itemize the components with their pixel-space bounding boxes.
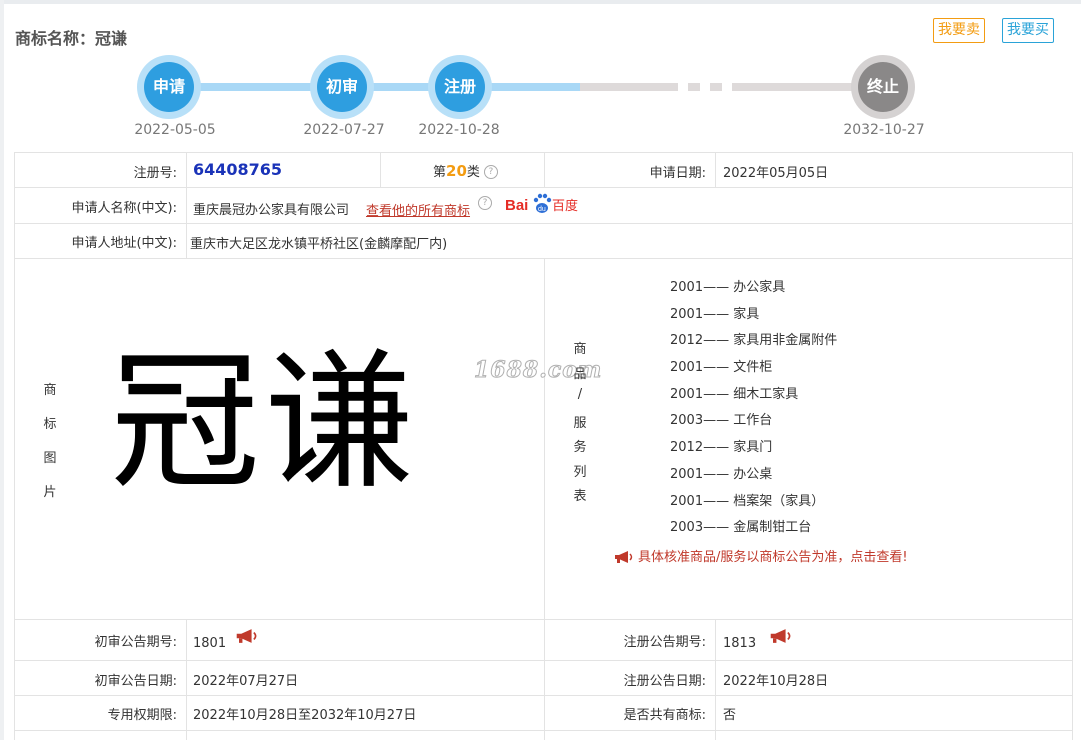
col-divider (544, 152, 545, 187)
timeline-node-register: 注册 (428, 55, 492, 119)
label-char: / (577, 387, 583, 402)
timeline-node-label: 申请 (144, 62, 194, 112)
col-divider (186, 152, 187, 258)
class-prefix: 第 (433, 165, 447, 180)
svg-text:Bai: Bai (505, 197, 528, 214)
address-label: 申请人地址(中文): (71, 236, 177, 251)
prelim-no-value: 1801 (193, 636, 227, 651)
timeline-gap (678, 80, 688, 94)
list-item: 2001—— 家具 (670, 306, 760, 322)
row-divider (14, 695, 1072, 696)
timeline-node-label: 终止 (858, 62, 908, 112)
label-char: 品 (573, 366, 587, 382)
shared-mark-value: 否 (723, 708, 737, 723)
svg-text:百度: 百度 (552, 198, 578, 214)
class-label: 第20类? (433, 161, 498, 180)
list-item: 2012—— 家具用非金属附件 (670, 333, 838, 349)
reg-pub-no-label: 注册公告期号: (623, 635, 706, 650)
label-char: 标 (43, 417, 57, 432)
megaphone-icon (615, 551, 633, 563)
help-icon[interactable]: ? (483, 165, 498, 179)
help-icon[interactable]: ? (478, 196, 492, 211)
label-char: 列 (573, 464, 587, 480)
page-title: 商标名称：冠谦 (15, 29, 128, 48)
timeline-date: 2022-07-27 (303, 122, 385, 138)
timeline-node-prelim: 初审 (310, 55, 374, 119)
col-divider (715, 619, 716, 740)
list-item: 2001—— 办公家具 (670, 280, 786, 295)
timeline-gap (722, 80, 732, 94)
goods-label: 商 品 / 服 务 列 表 (573, 338, 587, 510)
label-char: 表 (573, 489, 587, 504)
col-divider (715, 152, 716, 187)
apply-date-value: 2022年05月05日 (723, 166, 829, 181)
label-char: 商 (43, 383, 57, 398)
list-item: 2003—— 工作台 (670, 413, 773, 429)
mark-image-label: 商 标 图 片 (43, 379, 57, 515)
timeline-progress (168, 83, 580, 91)
left-border (0, 0, 4, 740)
applicant-value: 重庆晨冠办公家具有限公司 (193, 203, 350, 218)
list-item: 2001—— 文件柜 (670, 360, 773, 376)
megaphone-icon[interactable] (769, 628, 793, 644)
col-divider (186, 619, 187, 740)
timeline-date: 2032-10-27 (843, 122, 925, 138)
class-suffix: 类 (466, 165, 480, 180)
reg-pub-no-value: 1813 (723, 636, 757, 651)
reg-no-value: 64408765 (193, 160, 283, 179)
top-border (0, 0, 1081, 4)
timeline-date: 2022-10-28 (418, 122, 500, 138)
label-char: 片 (43, 485, 57, 500)
label-char: 服 (573, 415, 587, 431)
shared-mark-label: 是否共有商标: (623, 708, 706, 723)
megaphone-icon[interactable] (235, 628, 259, 644)
row-divider (14, 152, 1072, 153)
row-divider (14, 258, 1072, 259)
address-value: 重庆市大足区龙水镇平桥社区(金麟摩配厂内) (190, 237, 448, 252)
label-char: 商 (573, 342, 587, 357)
timeline-node-apply: 申请 (137, 55, 201, 119)
prelim-date-label: 初审公告日期: (94, 674, 177, 689)
timeline-node-expire: 终止 (851, 55, 915, 119)
goods-notice-text: 具体核准商品/服务以商标公告为准，点击查看! (638, 550, 908, 565)
list-item: 2003—— 金属制钳工台 (670, 520, 812, 536)
class-number: 20 (446, 162, 467, 180)
list-item: 2001—— 办公桌 (670, 466, 773, 482)
row-divider (14, 660, 1072, 661)
goods-list: 2001—— 办公家具 2001—— 家具 2012—— 家具用非金属附件 20… (670, 276, 837, 543)
applicant-label: 申请人名称(中文): (71, 201, 177, 216)
label-char: 图 (43, 451, 57, 466)
buy-button[interactable]: 我要买 (1002, 18, 1054, 43)
col-divider (544, 258, 545, 740)
sell-button[interactable]: 我要卖 (933, 18, 985, 43)
timeline-date: 2022-05-05 (134, 122, 216, 138)
row-divider (14, 619, 1072, 620)
list-item: 2012—— 家具门 (670, 440, 773, 456)
svg-text:du: du (538, 206, 546, 213)
col-divider (380, 152, 381, 187)
exclusive-period-value: 2022年10月28日至2032年10月27日 (193, 708, 417, 723)
baidu-logo[interactable]: Bai du 百度 (505, 188, 581, 218)
timeline-node-label: 注册 (435, 62, 485, 112)
list-item: 2001—— 细木工家具 (670, 386, 799, 402)
timeline-node-label: 初审 (317, 62, 367, 112)
row-divider (14, 730, 1072, 731)
all-marks-link[interactable]: 查看他的所有商标 (366, 200, 470, 219)
reg-no-label: 注册号: (133, 166, 177, 181)
list-item: 2001—— 档案架（家具） (670, 493, 825, 509)
timeline-gap (700, 80, 710, 94)
row-divider (14, 223, 1072, 224)
prelim-date-value: 2022年07月27日 (193, 674, 299, 689)
trademark-image: 冠谦 (110, 336, 419, 510)
reg-pub-date-label: 注册公告日期: (623, 674, 706, 689)
goods-notice-link[interactable]: 具体核准商品/服务以商标公告为准，点击查看! (614, 546, 908, 565)
label-char: 务 (573, 440, 587, 455)
prelim-no-label: 初审公告期号: (94, 635, 177, 650)
reg-pub-date-value: 2022年10月28日 (723, 674, 829, 689)
exclusive-period-label: 专用权期限: (107, 708, 177, 723)
apply-date-label: 申请日期: (649, 166, 706, 181)
